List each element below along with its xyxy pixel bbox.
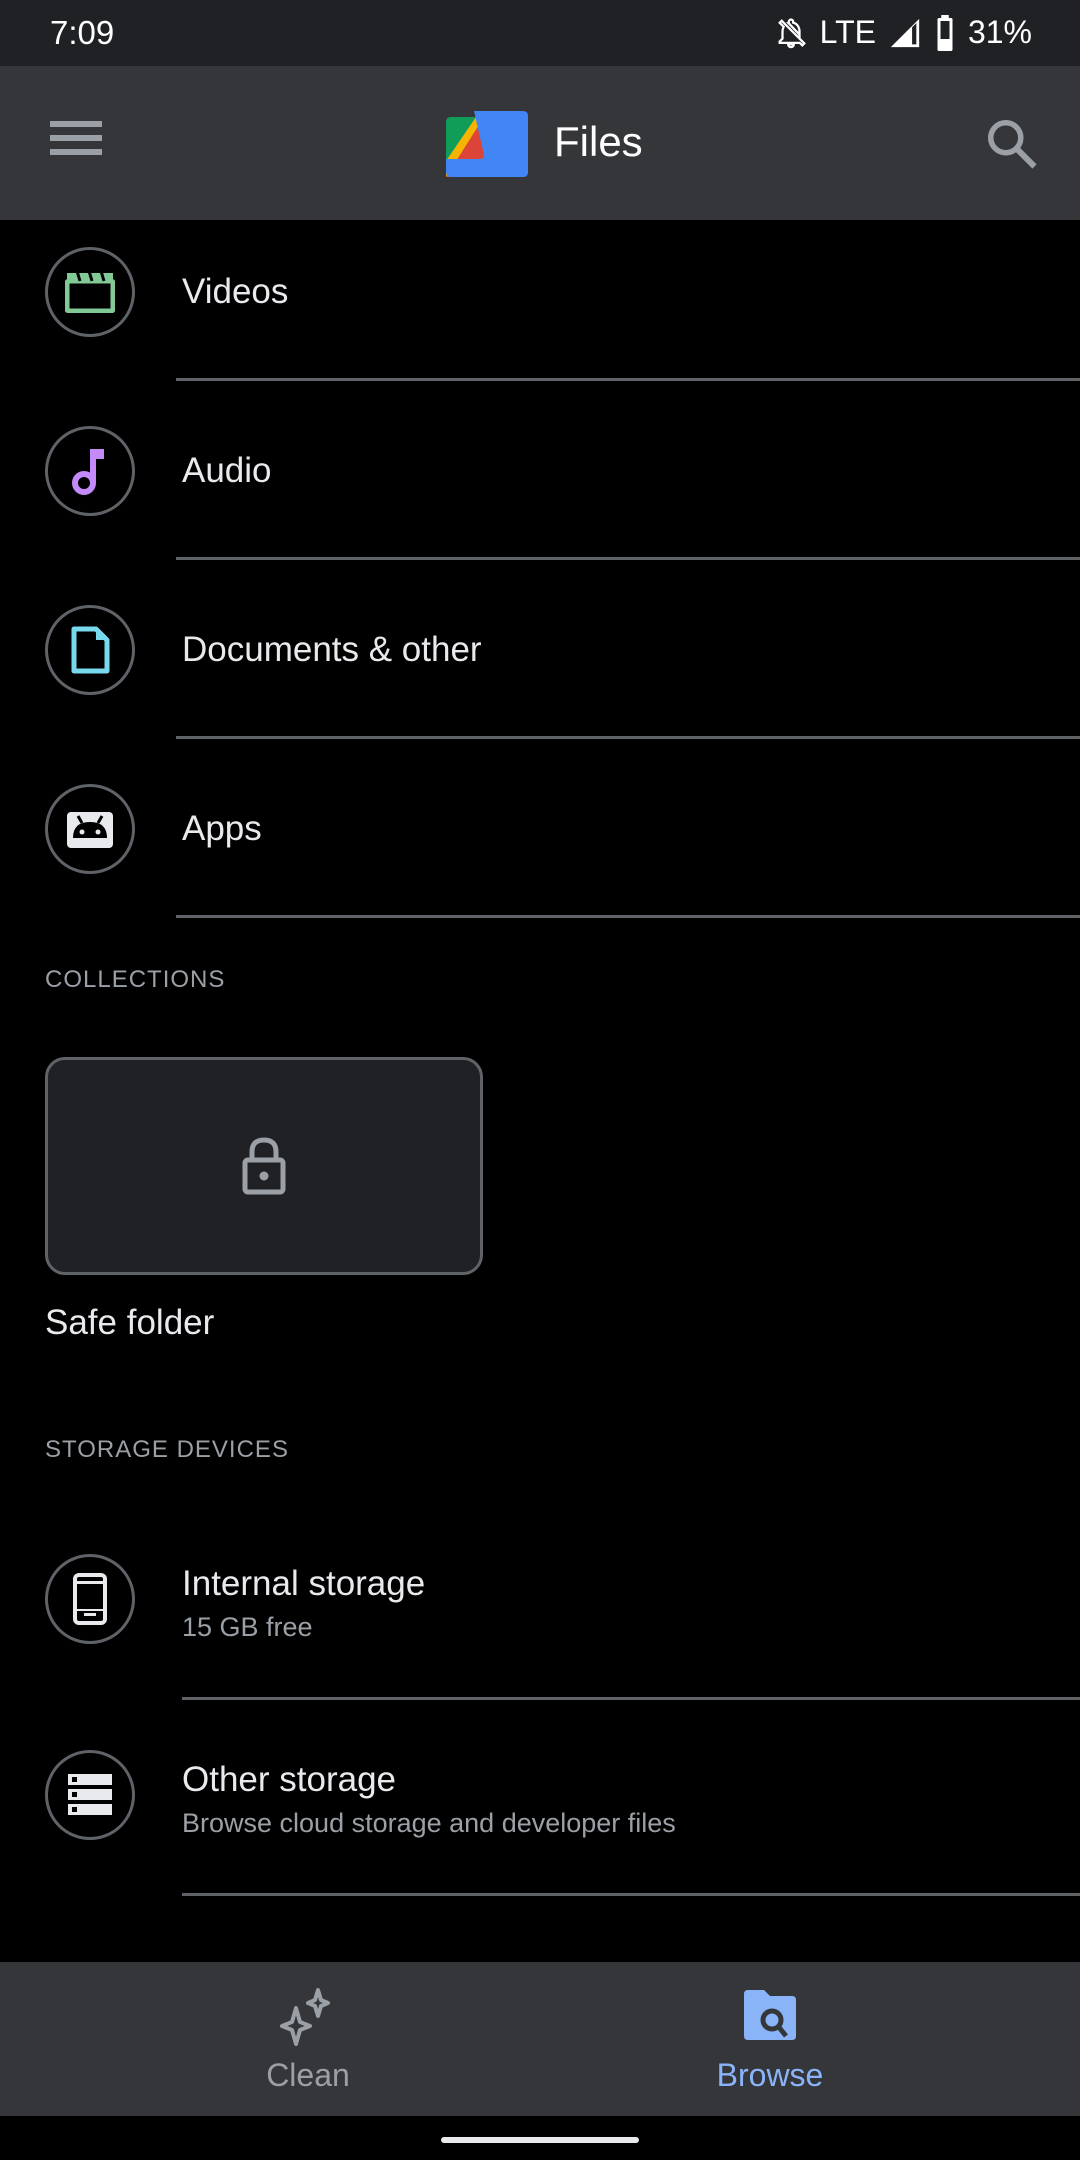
lock-icon — [242, 1137, 286, 1195]
storage-devices-header: STORAGE DEVICES — [45, 1436, 289, 1463]
storage-subtitle: Browse cloud storage and developer files — [182, 1808, 676, 1838]
divider — [176, 915, 1080, 918]
internal-storage-icon-circle — [45, 1554, 135, 1644]
search-icon — [988, 120, 1037, 169]
bottom-navigation: Clean Browse — [0, 1962, 1080, 2116]
category-audio[interactable]: Audio — [0, 399, 1080, 577]
tab-label: Browse — [716, 2057, 824, 2093]
storage-label: Other storage — [182, 1760, 396, 1799]
divider — [182, 1697, 1080, 1700]
app-bar: Files — [0, 66, 1080, 220]
status-time: 7:09 — [50, 14, 115, 51]
android-icon — [67, 812, 113, 848]
audio-icon-circle — [45, 426, 135, 516]
divider — [176, 557, 1080, 560]
notifications-off-icon — [777, 17, 806, 48]
folder-search-icon — [744, 1990, 796, 2040]
sparkle-icon — [280, 1988, 330, 2046]
files-logo-icon — [446, 111, 528, 177]
battery-level: 31% — [967, 14, 1032, 50]
category-apps[interactable]: Apps — [0, 757, 1080, 935]
safe-folder-card[interactable] — [45, 1057, 483, 1275]
tab-clean[interactable]: Clean — [38, 1962, 578, 2116]
menu-icon — [50, 121, 102, 155]
battery-icon — [937, 14, 953, 51]
category-videos[interactable]: Videos — [0, 220, 1080, 398]
music-note-icon — [72, 449, 104, 495]
signal-icon — [890, 18, 920, 47]
videos-icon-circle — [45, 247, 135, 337]
storage-subtitle: 15 GB free — [182, 1612, 313, 1642]
divider — [182, 1893, 1080, 1896]
collections-header: COLLECTIONS — [45, 966, 226, 993]
tab-browse[interactable]: Browse — [500, 1962, 1040, 2116]
app-title: Files — [554, 118, 643, 165]
status-bar: 7:09 LTE 31% — [0, 0, 1080, 66]
category-label: Apps — [182, 809, 262, 848]
storage-other[interactable]: Other storage Browse cloud storage and d… — [0, 1728, 1080, 1896]
menu-button[interactable] — [50, 121, 102, 165]
search-button[interactable] — [982, 114, 1042, 174]
documents-icon-circle — [45, 605, 135, 695]
video-clapper-icon — [65, 271, 115, 313]
status-icons: LTE 31% — [774, 14, 1032, 51]
category-documents[interactable]: Documents & other — [0, 578, 1080, 756]
safe-folder-label[interactable]: Safe folder — [45, 1303, 214, 1343]
category-label: Videos — [182, 272, 289, 311]
tab-label: Clean — [266, 2057, 350, 2093]
phone-icon — [73, 1573, 107, 1625]
apps-icon-circle — [45, 784, 135, 874]
storage-internal[interactable]: Internal storage 15 GB free — [0, 1532, 1080, 1700]
gesture-handle[interactable] — [441, 2137, 639, 2143]
other-storage-icon-circle — [45, 1750, 135, 1840]
divider — [176, 736, 1080, 739]
category-label: Audio — [182, 451, 272, 490]
category-label: Documents & other — [182, 630, 482, 669]
storage-icon — [68, 1774, 112, 1815]
divider — [176, 378, 1080, 381]
storage-label: Internal storage — [182, 1564, 426, 1603]
document-icon — [71, 626, 110, 674]
network-type: LTE — [819, 14, 876, 50]
